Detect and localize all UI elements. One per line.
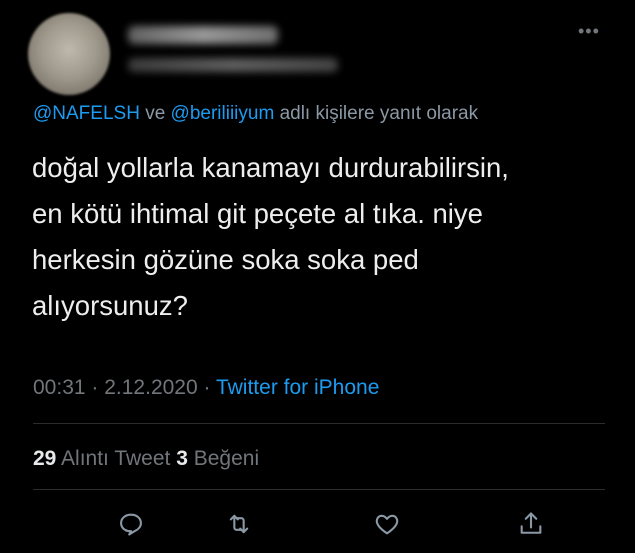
more-icon[interactable]: ••• — [578, 22, 600, 40]
tweet-meta: 00:31 · 2.12.2020 · Twitter for iPhone — [33, 376, 379, 400]
reply-suffix: adlı kişilere yanıt olarak — [274, 103, 479, 124]
reply-conj: ve — [139, 103, 171, 124]
tweet-line: en kötü ihtimal git peçete al tıka. niye — [32, 198, 483, 229]
like-icon[interactable] — [373, 510, 403, 540]
reply-context: @NAFELSH ve @beriliiiyum adlı kişilere y… — [33, 103, 478, 125]
mention-link-beriliiiyum[interactable]: @beriliiiyum — [171, 103, 275, 124]
meta-separator: · — [85, 376, 105, 399]
action-bar — [0, 510, 635, 540]
retweet-icon[interactable] — [225, 510, 255, 540]
display-name-blurred[interactable] — [128, 26, 278, 44]
avatar[interactable] — [28, 13, 110, 95]
share-icon[interactable] — [517, 510, 547, 540]
meta-separator: · — [197, 376, 216, 399]
reply-icon[interactable] — [117, 510, 147, 540]
tweet-line: doğal yollarla kanamayı durdurabilirsin, — [32, 152, 509, 183]
like-count[interactable]: 3 — [176, 447, 188, 470]
quote-label[interactable]: Alıntı Tweet — [56, 447, 176, 470]
username-blurred[interactable] — [128, 58, 338, 72]
tweet-date[interactable]: 2.12.2020 — [104, 376, 197, 399]
divider — [33, 489, 605, 490]
quote-count[interactable]: 29 — [33, 447, 56, 470]
divider — [33, 423, 605, 424]
mention-link-nafelsh[interactable]: @NAFELSH — [33, 103, 140, 124]
tweet-source-link[interactable]: Twitter for iPhone — [216, 376, 379, 399]
tweet-stats: 29 Alıntı Tweet 3 Beğeni — [33, 447, 259, 471]
like-label[interactable]: Beğeni — [188, 447, 259, 470]
tweet-text: doğal yollarla kanamayı durdurabilirsin,… — [32, 145, 612, 329]
tweet-time[interactable]: 00:31 — [33, 376, 86, 399]
tweet-line: herkesin gözüne soka soka ped — [32, 244, 419, 275]
tweet-line: alıyorsunuz? — [32, 290, 188, 321]
